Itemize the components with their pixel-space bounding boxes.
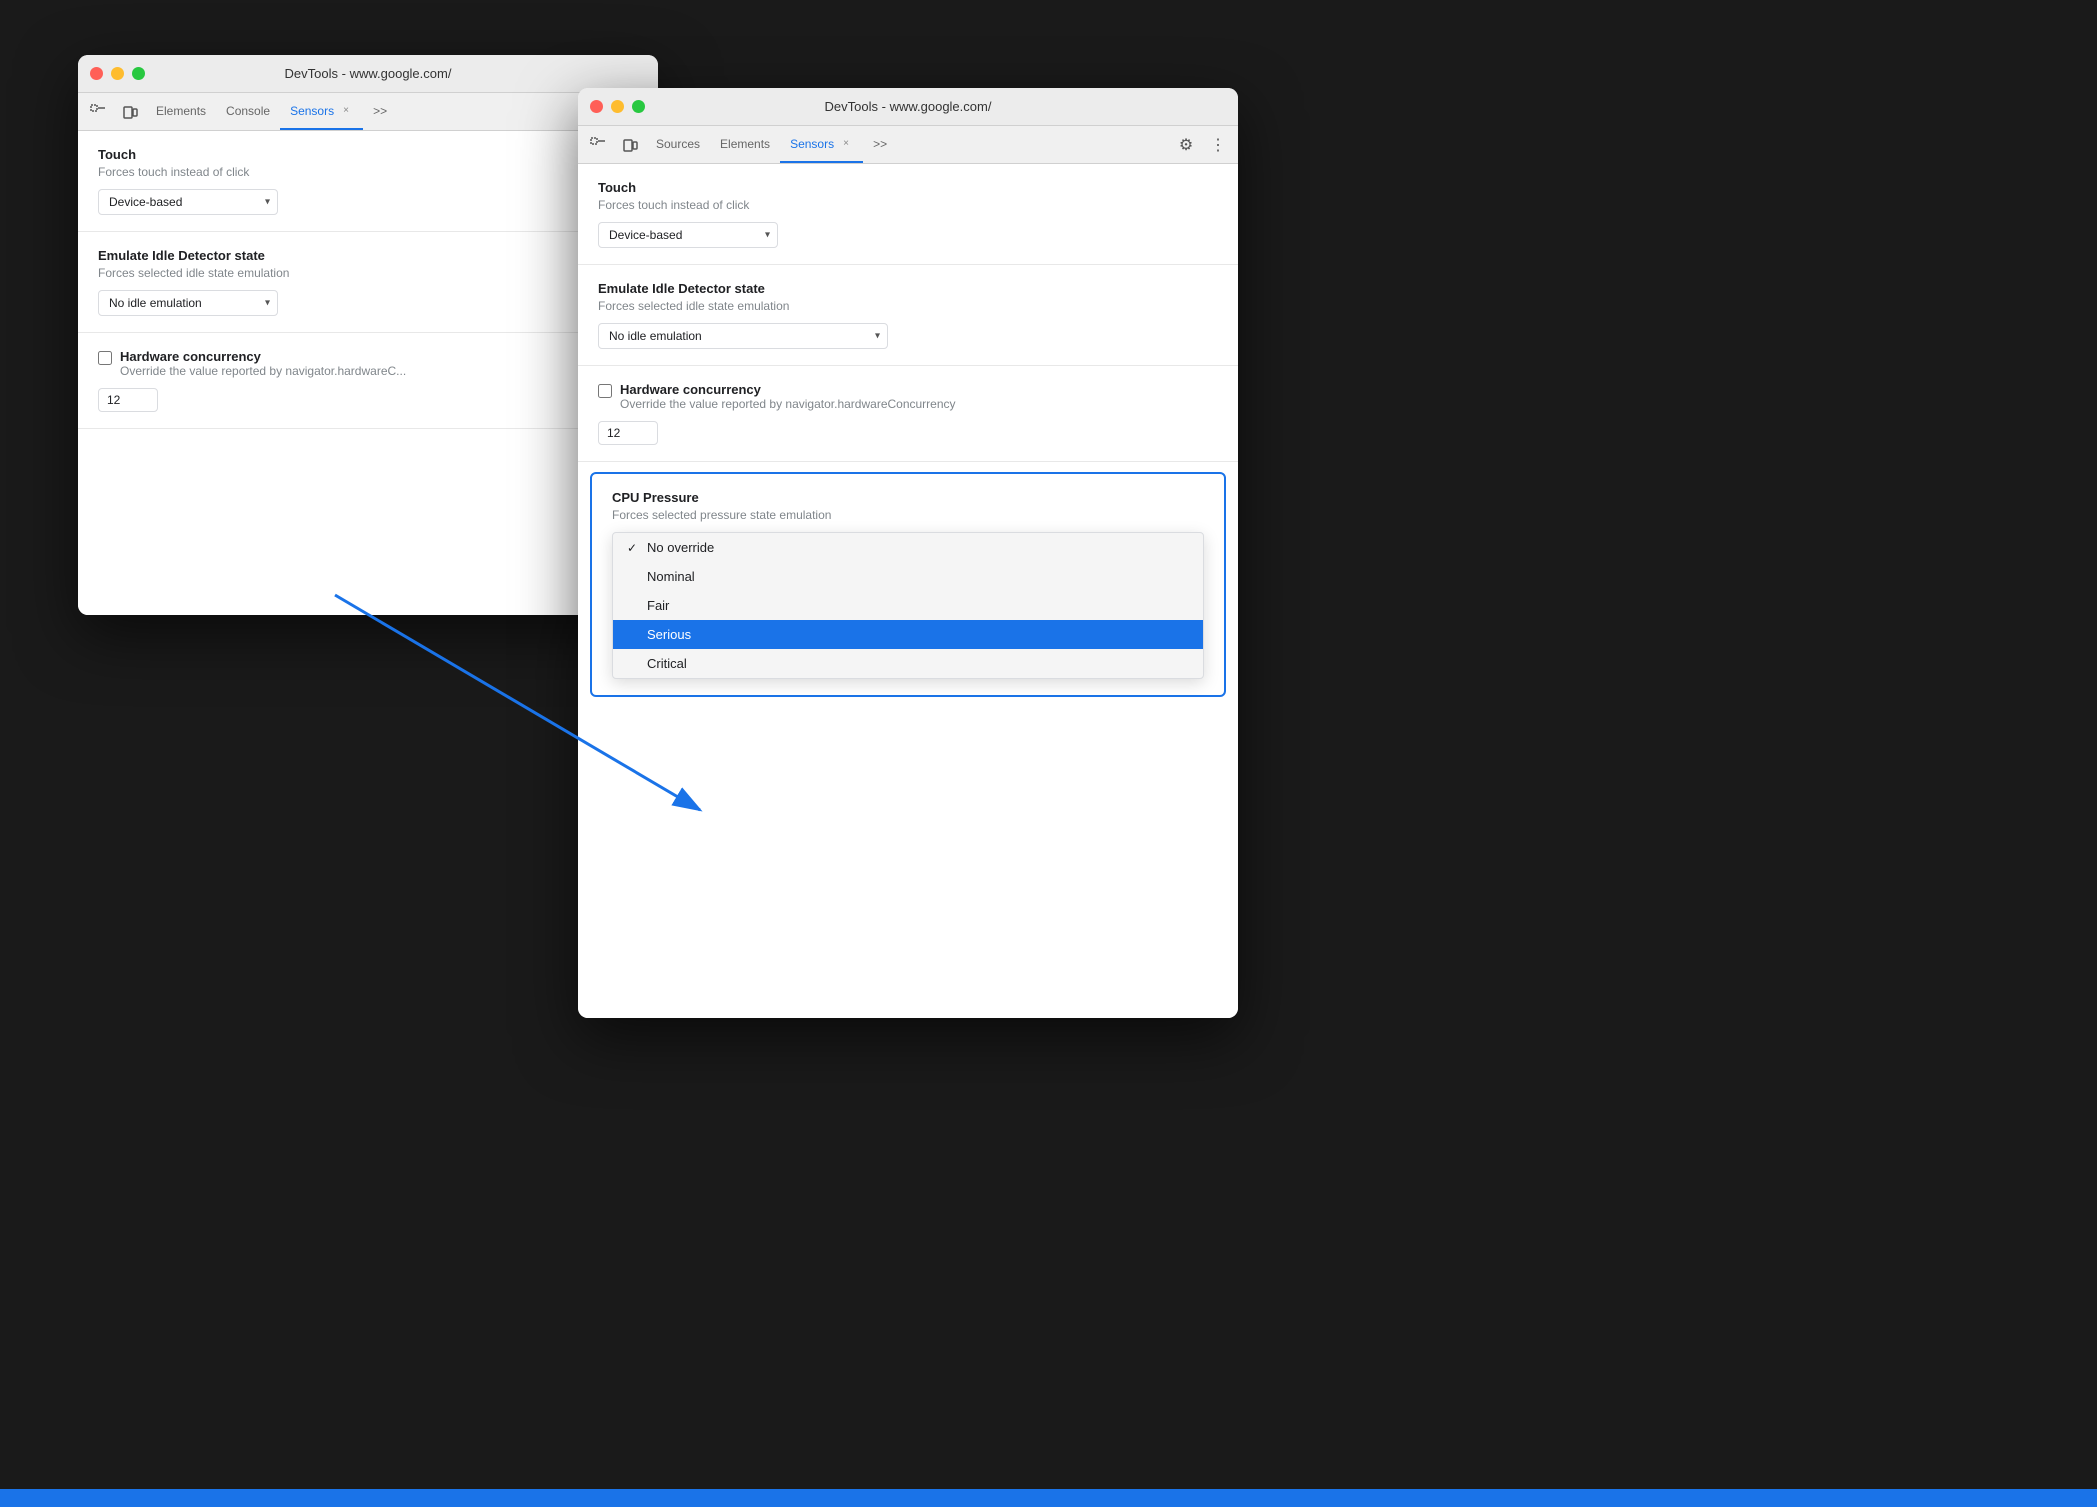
tab-sensors-2[interactable]: Sensors × — [780, 126, 863, 163]
maximize-btn-2[interactable] — [632, 100, 645, 113]
cpu-option-nominal[interactable]: Nominal — [613, 562, 1203, 591]
hardware-section-2: Hardware concurrency Override the value … — [578, 366, 1238, 462]
tab-close-sensors-1[interactable]: × — [339, 104, 353, 118]
titlebar-2: DevTools - www.google.com/ — [578, 88, 1238, 126]
toolbar-1: Elements Console Sensors × >> — [78, 93, 658, 131]
touch-desc-2: Forces touch instead of click — [598, 198, 1218, 212]
touch-select-2[interactable]: Device-based — [598, 222, 778, 248]
hardware-value-2[interactable] — [598, 421, 658, 445]
cpu-dropdown: ✓ No override Nominal Fair Serious — [612, 532, 1204, 679]
idle-desc-2: Forces selected idle state emulation — [598, 299, 1218, 313]
tab-close-sensors-2[interactable]: × — [839, 137, 853, 151]
touch-section-1: Touch Forces touch instead of click Devi… — [78, 131, 658, 232]
content-1: Touch Forces touch instead of click Devi… — [78, 131, 658, 615]
cpu-pressure-section: CPU Pressure Forces selected pressure st… — [590, 472, 1226, 697]
idle-select-1[interactable]: No idle emulation — [98, 290, 278, 316]
cpu-option-fair[interactable]: Fair — [613, 591, 1203, 620]
window-title-1: DevTools - www.google.com/ — [285, 66, 452, 81]
tab-more-2[interactable]: >> — [863, 126, 897, 163]
tab-more-1[interactable]: >> — [363, 93, 397, 130]
cpu-title: CPU Pressure — [612, 490, 1204, 505]
touch-section-2: Touch Forces touch instead of click Devi… — [578, 164, 1238, 265]
more-icon-2[interactable]: ⋮ — [1204, 131, 1232, 159]
hardware-desc-1: Override the value reported by navigator… — [120, 364, 406, 378]
titlebar-1: DevTools - www.google.com/ — [78, 55, 658, 93]
tab-elements-2[interactable]: Elements — [710, 126, 780, 163]
hardware-checkbox-1[interactable] — [98, 351, 112, 365]
minimize-btn-2[interactable] — [611, 100, 624, 113]
idle-select-2[interactable]: No idle emulation — [598, 323, 888, 349]
device-icon-2[interactable] — [614, 126, 646, 163]
hardware-checkbox-row-2: Hardware concurrency Override the value … — [598, 382, 1218, 411]
touch-desc-1: Forces touch instead of click — [98, 165, 638, 179]
idle-select-wrapper-1: No idle emulation ▾ — [98, 290, 278, 316]
window-title-2: DevTools - www.google.com/ — [825, 99, 992, 114]
tab-console-1[interactable]: Console — [216, 93, 280, 130]
hardware-title-1: Hardware concurrency — [120, 349, 406, 364]
idle-title-1: Emulate Idle Detector state — [98, 248, 638, 263]
window-controls-2 — [590, 100, 645, 113]
cpu-option-critical[interactable]: Critical — [613, 649, 1203, 678]
gear-icon-2[interactable]: ⚙ — [1172, 131, 1200, 159]
hardware-title-2: Hardware concurrency — [620, 382, 956, 397]
bottom-bar — [0, 1489, 2097, 1507]
tab-sources-2[interactable]: Sources — [646, 126, 710, 163]
touch-select-wrapper-1: Device-based ▾ — [98, 189, 278, 215]
toolbar-2: Sources Elements Sensors × >> ⚙ ⋮ — [578, 126, 1238, 164]
hardware-checkbox-2[interactable] — [598, 384, 612, 398]
tab-elements-1[interactable]: Elements — [146, 93, 216, 130]
idle-title-2: Emulate Idle Detector state — [598, 281, 1218, 296]
devtools-window-2: DevTools - www.google.com/ Sources Eleme… — [578, 88, 1238, 1018]
idle-section-2: Emulate Idle Detector state Forces selec… — [578, 265, 1238, 366]
touch-title-2: Touch — [598, 180, 1218, 195]
touch-select-1[interactable]: Device-based — [98, 189, 278, 215]
inspect-icon-2[interactable] — [582, 126, 614, 163]
maximize-btn-1[interactable] — [132, 67, 145, 80]
hardware-checkbox-row-1: Hardware concurrency Override the value … — [98, 349, 638, 378]
cpu-option-serious[interactable]: Serious — [613, 620, 1203, 649]
devtools-window-1: DevTools - www.google.com/ Elements Cons… — [78, 55, 658, 615]
touch-select-wrapper-2: Device-based ▾ — [598, 222, 778, 248]
idle-section-1: Emulate Idle Detector state Forces selec… — [78, 232, 658, 333]
cpu-option-no-override[interactable]: ✓ No override — [613, 533, 1203, 562]
hardware-desc-2: Override the value reported by navigator… — [620, 397, 956, 411]
hardware-labels-2: Hardware concurrency Override the value … — [620, 382, 956, 411]
close-btn-2[interactable] — [590, 100, 603, 113]
tab-sensors-1[interactable]: Sensors × — [280, 93, 363, 130]
content-2: Touch Forces touch instead of click Devi… — [578, 164, 1238, 1018]
close-btn-1[interactable] — [90, 67, 103, 80]
window-controls-1 — [90, 67, 145, 80]
cpu-desc: Forces selected pressure state emulation — [612, 508, 1204, 522]
idle-select-wrapper-2: No idle emulation ▾ — [598, 323, 888, 349]
inspect-icon-1[interactable] — [82, 93, 114, 130]
hardware-section-1: Hardware concurrency Override the value … — [78, 333, 658, 429]
hardware-value-1[interactable] — [98, 388, 158, 412]
idle-desc-1: Forces selected idle state emulation — [98, 266, 638, 280]
hardware-labels-1: Hardware concurrency Override the value … — [120, 349, 406, 378]
device-icon-1[interactable] — [114, 93, 146, 130]
touch-title-1: Touch — [98, 147, 638, 162]
minimize-btn-1[interactable] — [111, 67, 124, 80]
checkmark-no-override: ✓ — [627, 541, 641, 555]
